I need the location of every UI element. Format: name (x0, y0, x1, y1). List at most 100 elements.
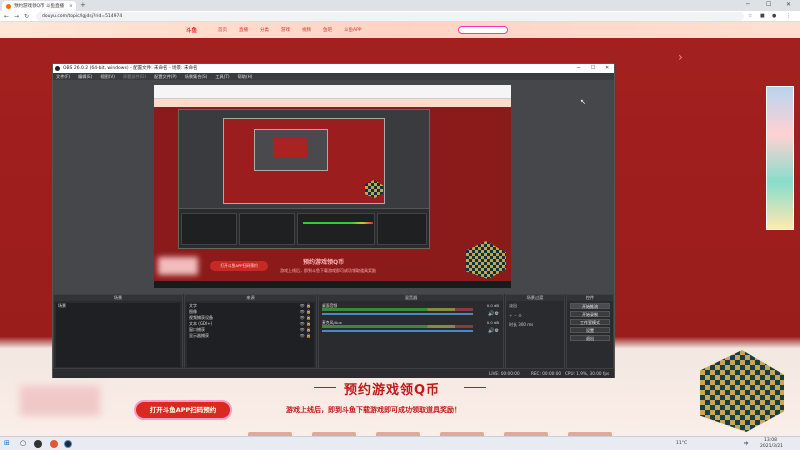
obs-titlebar: OBS 26.0.2 (64-bit, windows) - 配置文件: 未命名… (53, 64, 614, 73)
captured-pattern (466, 241, 506, 279)
side-ad-banner[interactable] (766, 86, 794, 230)
captured-taskbar (154, 281, 511, 288)
maximize-button[interactable]: ☐ (766, 1, 771, 8)
site-nav-link[interactable]: 斗鱼APP (344, 27, 362, 33)
clock-time[interactable]: 13:08 (764, 438, 777, 443)
site-nav-link[interactable]: 首页 (218, 27, 227, 33)
tab-close-icon[interactable]: × (69, 4, 73, 9)
speaker-gear-icon[interactable]: 🔊⚙ (488, 311, 499, 317)
profile-icon[interactable]: ● (772, 13, 776, 19)
volume-meter (322, 308, 473, 311)
volume-slider[interactable] (322, 330, 473, 332)
scenes-dock: 场景 场景 + − ∧ ∨ (53, 294, 183, 378)
obs-menu-item[interactable]: 帮助(H) (238, 73, 253, 80)
controls-header: 控件 (567, 295, 613, 301)
banner-subtitle: 游戏上线后，即到斗鱼下载游戏即可成功领取道具奖励！ (286, 406, 461, 414)
site-header: 斗鱼 首页 直播 分类 游戏 视频 鱼吧 斗鱼APP (0, 22, 800, 38)
mixer-track: 桌面音频 0.0 dB 🔊⚙ (321, 303, 501, 318)
nested-audio-meter (303, 222, 373, 224)
obs-menu-item[interactable]: 场景集合(S) (185, 73, 208, 80)
site-nav-link[interactable]: 鱼吧 (323, 27, 332, 33)
captured-banner-subtitle: 游戏上线后，即到斗鱼下载游戏即可成功领取道具奖励 (280, 268, 376, 273)
source-item[interactable]: 显示器捕获 👁 🔒 (187, 333, 314, 339)
title-dash-right (464, 387, 486, 388)
volume-meter (322, 325, 473, 328)
obs-taskbar-icon[interactable] (64, 440, 72, 448)
captured-site-header (154, 99, 511, 107)
obs-menubar: 文件(F) 编辑(E) 视图(V) 停靠部件(D) 配置文件(P) 场景集合(S… (53, 73, 614, 80)
banner-title: 预约游戏领Q币 (344, 383, 441, 398)
volume-slider[interactable] (322, 313, 473, 315)
forward-button[interactable]: → (14, 13, 19, 20)
track-db: 0.0 dB (486, 320, 499, 325)
scenes-list: 场景 (56, 303, 180, 367)
obs-preview[interactable]: 打开斗鱼APP扫码预约 预约游戏领Q币 游戏上线后，即到斗鱼下载游戏即可成功领取… (53, 80, 614, 294)
chevron-right-icon[interactable]: › (678, 50, 683, 64)
obs-menu-item[interactable]: 工具(T) (215, 73, 229, 80)
obs-minimize-button[interactable]: ─ (577, 64, 580, 73)
minimize-button[interactable]: ─ (746, 1, 750, 8)
bookmark-star-icon[interactable]: ☆ (748, 13, 752, 19)
source-label: 显示器捕获 (189, 333, 209, 338)
task-view-icon[interactable] (34, 440, 42, 448)
obs-menu-item[interactable]: 文件(F) (56, 73, 70, 80)
visibility-eye-icon[interactable]: 👁 🔒 (300, 333, 311, 339)
extension-icon[interactable]: ■ (760, 13, 765, 19)
source-label: 文字 (189, 303, 197, 308)
source-label: 文本 (GDI+) (189, 321, 213, 326)
browser-tab[interactable]: 预约游戏领Q币 斗鱼直播 × (2, 1, 76, 11)
scene-item[interactable]: 场景 (56, 303, 180, 309)
track-db: 0.0 dB (486, 303, 499, 308)
menu-icon[interactable]: ⋮ (786, 13, 791, 19)
chrome-taskbar-icon[interactable] (50, 440, 58, 448)
site-nav-link[interactable]: 直播 (239, 27, 248, 33)
source-label: 视频捕获设备 (189, 315, 213, 320)
duration-input[interactable]: 300 ms (518, 322, 533, 327)
obs-maximize-button[interactable]: ☐ (591, 64, 595, 73)
close-button[interactable]: ✕ (786, 1, 791, 8)
site-logo[interactable]: 斗鱼 (186, 26, 197, 34)
captured-app-button: 打开斗鱼APP扫码预约 (210, 261, 268, 271)
start-recording-button[interactable]: 开始录制 (570, 311, 610, 317)
obs-menu-item[interactable]: 编辑(E) (78, 73, 92, 80)
app-reserve-button[interactable]: 打开斗鱼APP扫码预约 (134, 400, 232, 420)
site-nav-link[interactable]: 视频 (302, 27, 311, 33)
search-icon[interactable]: ○ (20, 439, 26, 447)
site-search-input[interactable] (458, 26, 508, 34)
browser-toolbar: ← → ↻ douyu.com/topic/lgjdsj?rid=514974 … (0, 11, 800, 22)
captured-browser-chrome (154, 85, 511, 99)
captured-banner-title: 预约游戏领Q币 (303, 259, 345, 266)
duration-label: 时长 (509, 322, 517, 327)
nested-capture-level2 (223, 118, 385, 204)
site-nav-link[interactable]: 游戏 (281, 27, 290, 33)
weather-label[interactable]: 11°C (676, 441, 687, 446)
obs-menu-item[interactable]: 停靠部件(D) (123, 73, 146, 80)
captured-blurred-image (158, 257, 198, 275)
site-nav-link[interactable]: 分类 (260, 27, 269, 33)
obs-menu-item[interactable]: 视图(V) (100, 73, 115, 80)
speaker-gear-icon[interactable]: 🔊⚙ (488, 328, 499, 334)
studio-mode-button[interactable]: 工作室模式 (570, 319, 610, 325)
sources-dock: 来源 文字 👁 🔒 图像 👁 🔒 视频捕获设备 👁 🔒 文本 (GDI+) 👁 🔒 窗口… (184, 294, 317, 378)
settings-button[interactable]: 设置 (570, 327, 610, 333)
obs-statusbar: LIVE: 00:00:00 REC: 00:00:00 CPU: 1.9%, … (53, 368, 614, 378)
site-nav-links: 首页 直播 分类 游戏 视频 鱼吧 斗鱼APP (218, 27, 362, 33)
scenes-header: 场景 (54, 295, 182, 301)
start-streaming-button[interactable]: 开始推流 (570, 303, 610, 309)
transition-select[interactable]: 淡出 (506, 301, 564, 311)
language-indicator[interactable]: 中 (744, 441, 749, 447)
nested-obs-capture (178, 109, 430, 249)
preview-canvas[interactable]: 打开斗鱼APP扫码预约 预约游戏领Q币 游戏上线后，即到斗鱼下载游戏即可成功领取… (154, 85, 511, 288)
transition-buttons[interactable]: + − ⚙ (506, 311, 564, 320)
rec-timer: REC: 00:00:00 (531, 371, 562, 376)
clock-date[interactable]: 2021/3/21 (760, 444, 783, 449)
exit-button[interactable]: 退出 (570, 335, 610, 341)
start-button[interactable]: ⊞ (4, 439, 10, 447)
reload-button[interactable]: ↻ (24, 13, 29, 20)
obs-menu-item[interactable]: 配置文件(P) (154, 73, 177, 80)
address-bar[interactable]: douyu.com/topic/lgjdsj?rid=514974 (36, 12, 744, 21)
sources-header: 来源 (185, 295, 316, 301)
new-tab-button[interactable]: + (80, 1, 86, 9)
obs-close-button[interactable]: ✕ (605, 64, 609, 73)
back-button[interactable]: ← (4, 13, 9, 20)
